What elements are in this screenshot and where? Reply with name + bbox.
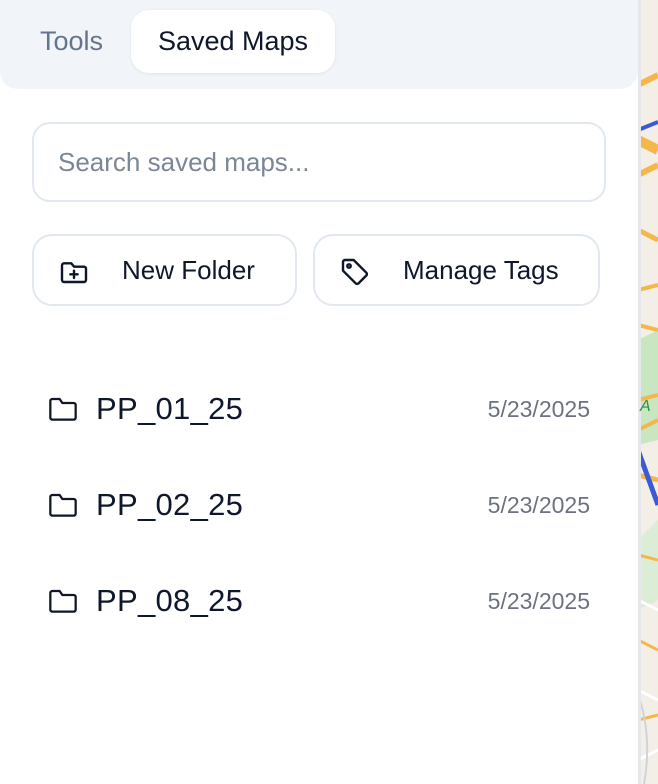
folder-date: 5/23/2025 [487,492,590,518]
search-saved-maps-input[interactable] [32,122,606,202]
saved-folders-list: PP_01_25 5/23/2025 PP_02_25 5/23/2025 PP… [32,361,606,649]
folder-icon [49,493,77,517]
folder-row[interactable]: PP_02_25 5/23/2025 [32,457,606,553]
folder-icon [49,397,77,421]
map-canvas-edge[interactable]: A [638,0,658,784]
folder-date: 5/23/2025 [487,396,590,422]
map-place-label: A [640,398,651,415]
folder-date: 5/23/2025 [487,588,590,614]
map-edge-graphic [638,0,658,784]
tab-bar: Tools Saved Maps [0,0,638,89]
folder-name: PP_02_25 [96,487,244,522]
folder-icon [49,589,77,613]
folder-row[interactable]: PP_08_25 5/23/2025 [32,553,606,649]
folder-name: PP_08_25 [96,583,244,618]
app-root: A Tools Saved Maps New Folder Manage Tag… [0,0,658,784]
tab-saved-maps[interactable]: Saved Maps [131,10,335,73]
new-folder-button[interactable]: New Folder [32,234,297,306]
folder-plus-icon [60,262,88,284]
saved-maps-panel: Tools Saved Maps New Folder Manage Tags [0,0,638,784]
folder-name: PP_01_25 [96,391,244,426]
manage-tags-button[interactable]: Manage Tags [313,234,600,306]
folder-row[interactable]: PP_01_25 5/23/2025 [32,361,606,457]
tab-tools[interactable]: Tools [24,10,124,73]
new-folder-label: New Folder [122,255,255,285]
manage-tags-label: Manage Tags [403,255,559,285]
tag-icon [341,258,369,286]
